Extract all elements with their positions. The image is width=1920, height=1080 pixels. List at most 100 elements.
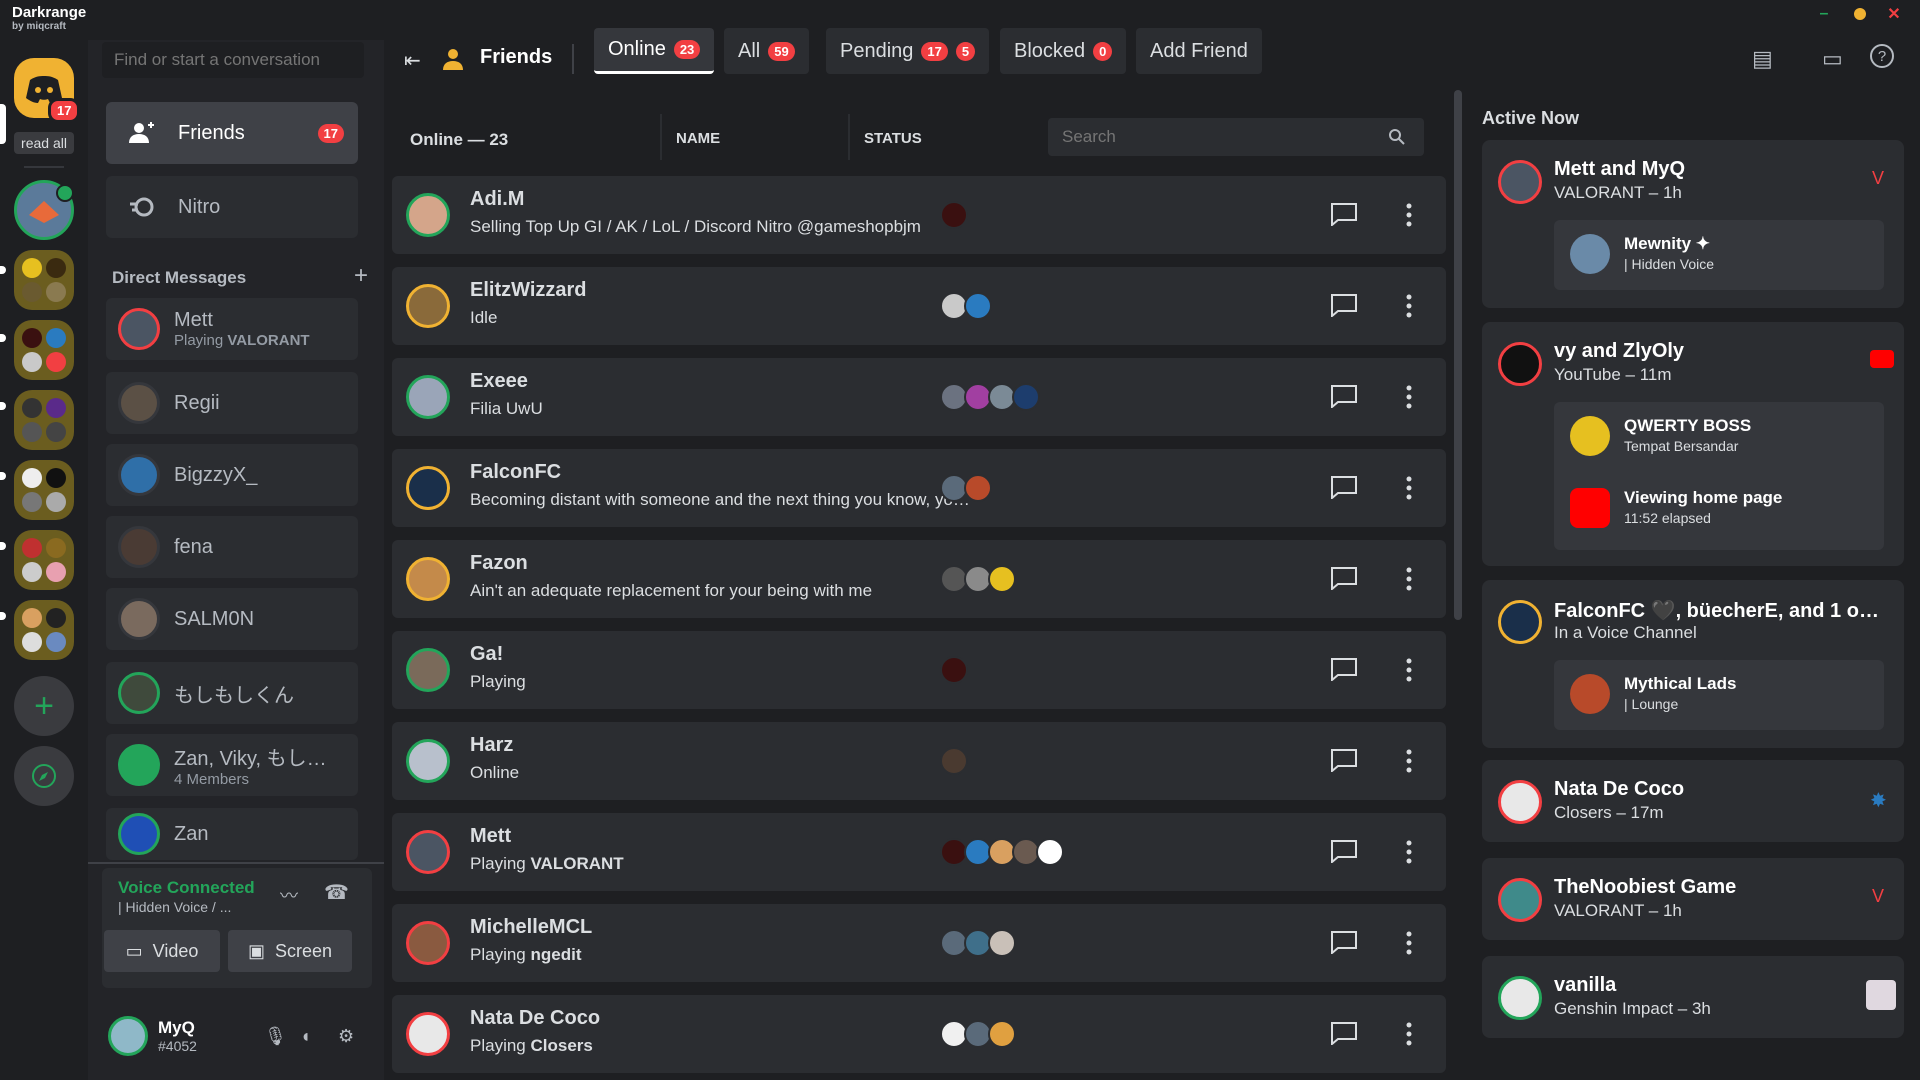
column-status[interactable]: STATUS — [864, 130, 922, 147]
header-divider — [572, 44, 574, 74]
voice-channel[interactable]: | Hidden Voice / ... — [118, 899, 231, 915]
server-folder-3[interactable] — [14, 390, 74, 450]
avatar — [1498, 160, 1542, 204]
dm-item[interactable]: Regii — [106, 372, 358, 434]
tab-all[interactable]: All 59 — [724, 28, 809, 74]
message-icon[interactable] — [1330, 748, 1358, 772]
friend-row[interactable]: FalconFC Becoming distant with someone an… — [392, 449, 1446, 527]
message-icon[interactable] — [1330, 475, 1358, 499]
server-folder-2[interactable] — [14, 320, 74, 380]
more-options-icon[interactable] — [1404, 384, 1414, 410]
activity-card[interactable]: Mett and MyQ VALORANT – 1h V Mewnity ✦ | … — [1482, 140, 1904, 308]
voice-panel: Voice Connected | Hidden Voice / ... 〰 ☎… — [102, 868, 372, 988]
minimize-button[interactable]: – — [1816, 5, 1832, 22]
message-icon[interactable] — [1330, 657, 1358, 681]
message-icon[interactable] — [1330, 293, 1358, 317]
more-options-icon[interactable] — [1404, 748, 1414, 774]
microphone-icon[interactable]: 🎙 — [264, 1026, 287, 1047]
conversation-search-input[interactable] — [102, 42, 364, 78]
server-folder-5[interactable] — [14, 530, 74, 590]
new-group-dm-icon[interactable]: ▤ — [1752, 46, 1773, 72]
friend-name: Mett — [470, 825, 512, 847]
friend-row[interactable]: Harz Online — [392, 722, 1446, 800]
dm-item[interactable]: もしもしくん — [106, 662, 358, 724]
server-folder-1[interactable] — [14, 250, 74, 310]
activity-card[interactable]: vanilla Genshin Impact – 3h — [1482, 956, 1904, 1038]
create-dm-button[interactable]: + — [354, 262, 368, 290]
friend-name: ElitzWizzard — [470, 279, 587, 301]
friends-nav[interactable]: Friends 17 — [106, 102, 358, 164]
friend-row[interactable]: MichelleMCL Playing ngedit — [392, 904, 1446, 982]
activity-card[interactable]: Nata De Coco Closers – 17m ✸ — [1482, 760, 1904, 842]
message-icon[interactable] — [1330, 1021, 1358, 1045]
video-button[interactable]: ▭ Video — [104, 930, 220, 972]
nitro-nav[interactable]: Nitro — [106, 176, 358, 238]
rich-activity[interactable]: QWERTY BOSS Tempat Bersandar Viewing home … — [1554, 402, 1884, 550]
more-options-icon[interactable] — [1404, 930, 1414, 956]
more-options-icon[interactable] — [1404, 475, 1414, 501]
column-name[interactable]: NAME — [676, 130, 720, 147]
mutual-activities — [940, 201, 968, 229]
friend-row[interactable]: Exeee Filia UwU — [392, 358, 1446, 436]
voice-activity[interactable]: Mythical Lads | Lounge — [1554, 660, 1884, 730]
server-folder-6[interactable] — [14, 600, 74, 660]
more-options-icon[interactable] — [1404, 202, 1414, 228]
server-folder-4[interactable] — [14, 460, 74, 520]
mutual-activities — [940, 929, 1016, 957]
avatar — [1498, 600, 1542, 644]
status-prefix: Playing — [470, 945, 531, 964]
friend-row[interactable]: Adi.M Selling Top Up GI / AK / LoL / Disc… — [392, 176, 1446, 254]
more-options-icon[interactable] — [1404, 293, 1414, 319]
dm-item[interactable]: Mett Playing VALORANT — [106, 298, 358, 360]
avatar — [406, 648, 450, 692]
more-options-icon[interactable] — [1404, 839, 1414, 865]
inbox-icon[interactable]: ▭ — [1822, 46, 1843, 72]
maximize-button[interactable] — [1852, 6, 1868, 22]
friend-row[interactable]: Mett Playing VALORANT — [392, 813, 1446, 891]
user-name: MyQ — [158, 1018, 195, 1037]
activity-card-subtitle: Genshin Impact – 3h — [1554, 999, 1711, 1018]
user-avatar[interactable] — [108, 1016, 148, 1056]
dm-item[interactable]: BigzzyX_ — [106, 444, 358, 506]
more-options-icon[interactable] — [1404, 1021, 1414, 1047]
tab-add-friend[interactable]: Add Friend — [1136, 28, 1262, 74]
friend-search-input[interactable] — [1048, 118, 1424, 156]
friend-row[interactable]: Fazon Ain't an adequate replacement for y… — [392, 540, 1446, 618]
screen-share-button[interactable]: ▣ Screen — [228, 930, 352, 972]
more-options-icon[interactable] — [1404, 657, 1414, 683]
read-all-button[interactable]: read all — [14, 132, 74, 154]
message-icon[interactable] — [1330, 202, 1358, 226]
close-button[interactable]: ✕ — [1886, 6, 1902, 23]
explore-button[interactable] — [14, 746, 74, 806]
friend-row[interactable]: Ga! Playing — [392, 631, 1446, 709]
more-options-icon[interactable] — [1404, 566, 1414, 592]
friend-row[interactable]: Nata De Coco Playing Closers — [392, 995, 1446, 1073]
message-icon[interactable] — [1330, 384, 1358, 408]
scrollbar[interactable] — [1454, 90, 1462, 620]
dm-item[interactable]: fena — [106, 516, 358, 578]
activity-card[interactable]: FalconFC 🖤, büecherE, and 1 o… In a Voic… — [1482, 580, 1904, 748]
friend-row[interactable]: ElitzWizzard Idle — [392, 267, 1446, 345]
tab-online[interactable]: Online 23 — [594, 28, 715, 74]
activity-card[interactable]: TheNoobiest Game VALORANT – 1h V — [1482, 858, 1904, 940]
activity-card[interactable]: vy and ZlyOly YouTube – 11m QWERTY BOSS T… — [1482, 322, 1904, 566]
activity-card-title: Nata De Coco — [1554, 778, 1685, 800]
dm-item[interactable]: Zan — [106, 808, 358, 860]
add-server-button[interactable]: + — [14, 676, 74, 736]
help-icon[interactable]: ? — [1870, 44, 1894, 68]
message-icon[interactable] — [1330, 839, 1358, 863]
tab-pending[interactable]: Pending 17 5 — [826, 28, 990, 74]
tab-badge: 23 — [673, 40, 701, 59]
message-icon[interactable] — [1330, 930, 1358, 954]
group-dm-item[interactable]: Zan, Viky, もし… 4 Members — [106, 734, 358, 796]
tab-blocked[interactable]: Blocked 0 — [1000, 28, 1127, 74]
settings-gear-icon[interactable]: ⚙ — [338, 1026, 354, 1047]
voice-activity[interactable]: Mewnity ✦ | Hidden Voice — [1554, 220, 1884, 290]
headphones-icon[interactable]: ◖ — [300, 1026, 311, 1047]
dm-item[interactable]: SALM0N — [106, 588, 358, 650]
message-icon[interactable] — [1330, 566, 1358, 590]
collapse-icon[interactable]: ⇤ — [404, 48, 421, 73]
disconnect-icon[interactable]: ☎ — [324, 880, 349, 905]
noise-suppression-icon[interactable]: 〰 — [280, 882, 298, 908]
speaker-badge-icon — [56, 184, 74, 202]
